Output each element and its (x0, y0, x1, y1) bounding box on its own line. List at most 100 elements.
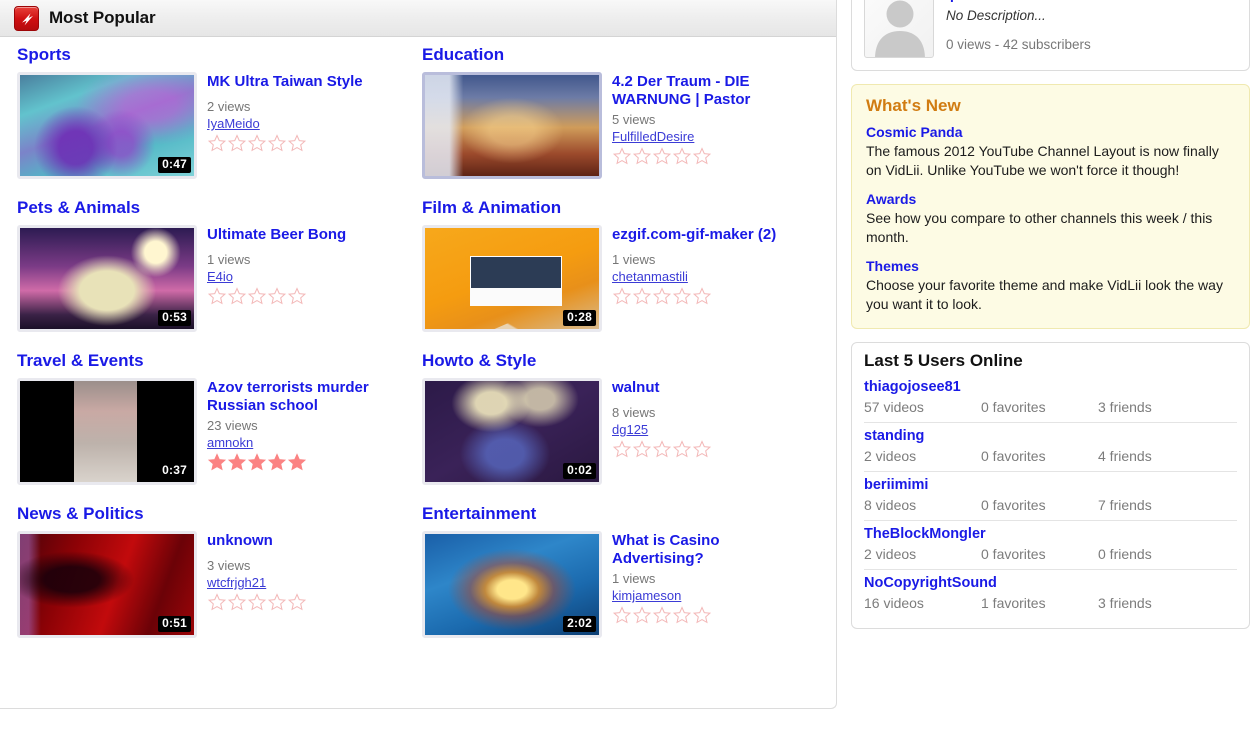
video-item[interactable]: 0:28 ezgif.com-gif-maker (2) 1 views che… (422, 225, 822, 332)
star-icon[interactable] (287, 453, 307, 471)
category-title[interactable]: Travel & Events (17, 351, 411, 371)
star-icon[interactable] (207, 134, 227, 152)
star-icon[interactable] (612, 287, 632, 305)
video-thumbnail[interactable]: 0:47 (17, 72, 197, 179)
video-rating-stars[interactable] (207, 134, 405, 152)
star-icon[interactable] (672, 606, 692, 624)
video-title[interactable]: unknown (207, 532, 405, 550)
list-item[interactable]: beriimimi 8 videos 0 favorites 7 friends (864, 472, 1237, 521)
category-title[interactable]: News & Politics (17, 504, 411, 524)
user-name[interactable]: thiagojosee81 (864, 377, 1237, 397)
star-icon[interactable] (672, 440, 692, 458)
channel-name[interactable]: 4 (946, 0, 1091, 7)
star-icon[interactable] (247, 453, 267, 471)
whats-new-link[interactable]: Awards (866, 190, 1235, 209)
video-item[interactable]: 2:02 What is Casino Advertising? 1 views… (422, 531, 822, 638)
video-item[interactable]: 0:47 MK Ultra Taiwan Style 2 views IyaMe… (17, 72, 411, 179)
video-title[interactable]: MK Ultra Taiwan Style (207, 73, 405, 91)
star-icon[interactable] (207, 453, 227, 471)
star-icon[interactable] (652, 147, 672, 165)
video-rating-stars[interactable] (612, 147, 810, 165)
star-icon[interactable] (227, 134, 247, 152)
list-item[interactable]: thiagojosee81 57 videos 0 favorites 3 fr… (864, 374, 1237, 423)
category-title[interactable]: Pets & Animals (17, 198, 411, 218)
video-title[interactable]: walnut (612, 379, 810, 397)
video-title[interactable]: ezgif.com-gif-maker (2) (612, 226, 810, 244)
list-item[interactable]: standing 2 videos 0 favorites 4 friends (864, 423, 1237, 472)
video-title[interactable]: Azov terrorists murder Russian school (207, 379, 405, 415)
user-name[interactable]: NoCopyrightSound (864, 573, 1237, 593)
star-icon[interactable] (287, 593, 307, 611)
star-icon[interactable] (652, 606, 672, 624)
video-uploader[interactable]: amnokn (207, 435, 253, 450)
star-icon[interactable] (227, 287, 247, 305)
star-icon[interactable] (692, 147, 712, 165)
default-user-avatar[interactable] (864, 0, 934, 58)
video-uploader[interactable]: E4io (207, 269, 233, 284)
whats-new-link[interactable]: Cosmic Panda (866, 123, 1235, 142)
star-icon[interactable] (612, 147, 632, 165)
star-icon[interactable] (672, 147, 692, 165)
star-icon[interactable] (612, 606, 632, 624)
video-title[interactable]: 4.2 Der Traum - DIE WARNUNG | Pastor (612, 73, 810, 109)
video-uploader[interactable]: wtcfrjgh21 (207, 575, 266, 590)
category-title[interactable]: Education (422, 45, 822, 65)
star-icon[interactable] (692, 440, 712, 458)
video-thumbnail[interactable]: 0:28 (422, 225, 602, 332)
star-icon[interactable] (227, 453, 247, 471)
video-item[interactable]: 4.2 Der Traum - DIE WARNUNG | Pastor 5 v… (422, 72, 822, 179)
star-icon[interactable] (632, 287, 652, 305)
video-rating-stars[interactable] (207, 593, 405, 611)
video-thumbnail[interactable]: 0:53 (17, 225, 197, 332)
star-icon[interactable] (652, 287, 672, 305)
video-thumbnail[interactable] (422, 72, 602, 179)
star-icon[interactable] (287, 134, 307, 152)
video-rating-stars[interactable] (612, 440, 810, 458)
list-item[interactable]: NoCopyrightSound 16 videos 1 favorites 3… (864, 570, 1237, 618)
star-icon[interactable] (632, 147, 652, 165)
video-rating-stars[interactable] (612, 287, 810, 305)
video-thumbnail[interactable]: 2:02 (422, 531, 602, 638)
star-icon[interactable] (612, 440, 632, 458)
star-icon[interactable] (692, 606, 712, 624)
category-title[interactable]: Film & Animation (422, 198, 822, 218)
star-icon[interactable] (672, 287, 692, 305)
video-uploader[interactable]: IyaMeido (207, 116, 260, 131)
user-name[interactable]: beriimimi (864, 475, 1237, 495)
star-icon[interactable] (287, 287, 307, 305)
video-uploader[interactable]: dg125 (612, 422, 648, 437)
star-icon[interactable] (267, 593, 287, 611)
video-thumbnail[interactable]: 0:37 (17, 378, 197, 485)
video-item[interactable]: 0:37 Azov terrorists murder Russian scho… (17, 378, 411, 485)
category-title[interactable]: Entertainment (422, 504, 822, 524)
star-icon[interactable] (267, 134, 287, 152)
video-uploader[interactable]: FulfilledDesire (612, 129, 694, 144)
video-title[interactable]: Ultimate Beer Bong (207, 226, 405, 244)
channel-row[interactable]: 4 No Description... 0 views - 42 subscri… (864, 0, 1237, 58)
star-icon[interactable] (227, 593, 247, 611)
star-icon[interactable] (247, 593, 267, 611)
star-icon[interactable] (267, 287, 287, 305)
video-rating-stars[interactable] (207, 287, 405, 305)
video-thumbnail[interactable]: 0:02 (422, 378, 602, 485)
star-icon[interactable] (247, 287, 267, 305)
user-name[interactable]: standing (864, 426, 1237, 446)
star-icon[interactable] (247, 134, 267, 152)
star-icon[interactable] (267, 453, 287, 471)
star-icon[interactable] (207, 287, 227, 305)
star-icon[interactable] (632, 606, 652, 624)
star-icon[interactable] (632, 440, 652, 458)
category-title[interactable]: Howto & Style (422, 351, 822, 371)
category-title[interactable]: Sports (17, 45, 411, 65)
list-item[interactable]: TheBlockMongler 2 videos 0 favorites 0 f… (864, 521, 1237, 570)
star-icon[interactable] (207, 593, 227, 611)
video-rating-stars[interactable] (207, 453, 405, 471)
video-thumbnail[interactable]: 0:51 (17, 531, 197, 638)
star-icon[interactable] (652, 440, 672, 458)
video-uploader[interactable]: chetanmastili (612, 269, 688, 284)
video-title[interactable]: What is Casino Advertising? (612, 532, 810, 568)
video-rating-stars[interactable] (612, 606, 810, 624)
video-item[interactable]: 0:02 walnut 8 views dg125 (422, 378, 822, 485)
video-uploader[interactable]: kimjameson (612, 588, 681, 603)
video-item[interactable]: 0:53 Ultimate Beer Bong 1 views E4io (17, 225, 411, 332)
